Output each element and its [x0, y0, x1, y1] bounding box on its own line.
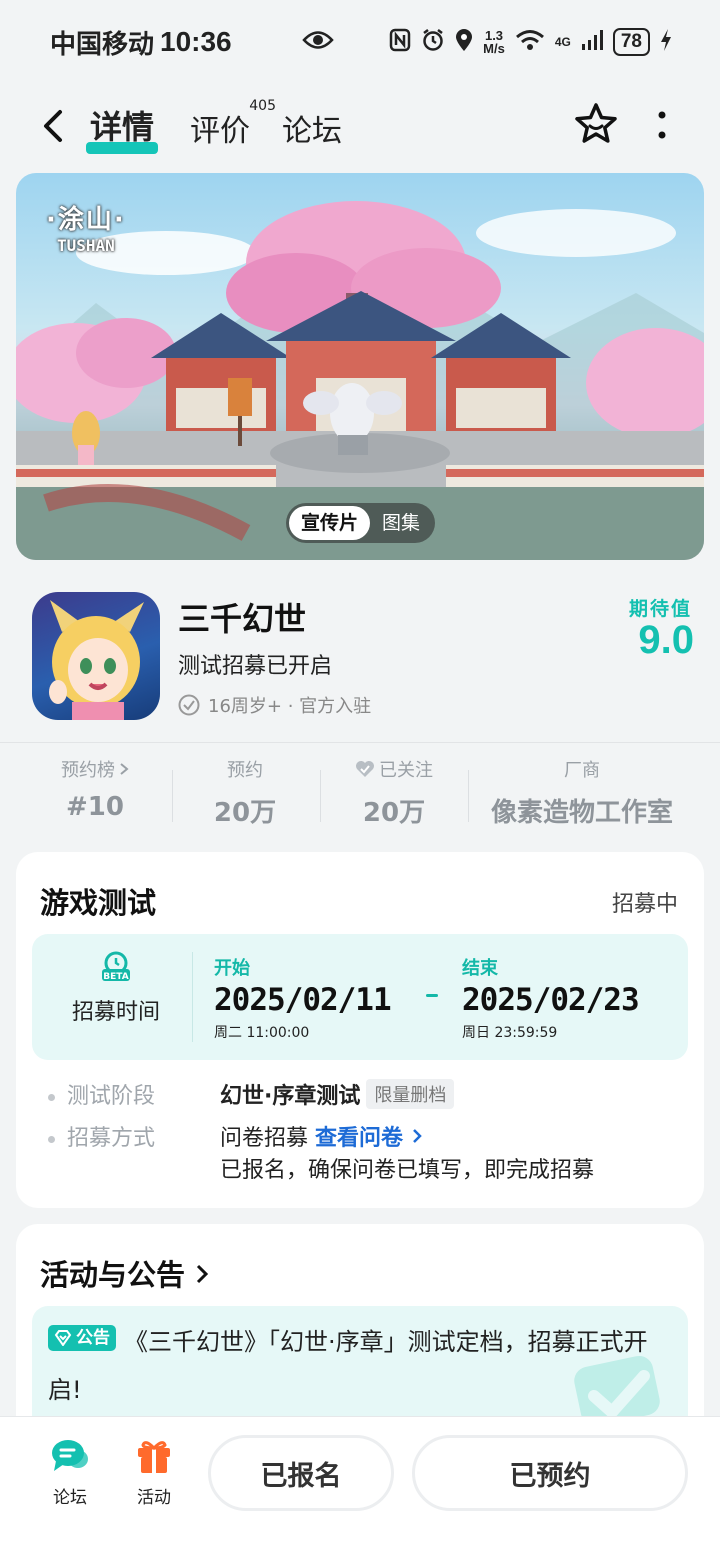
charging-icon	[660, 28, 672, 57]
signal-icon	[581, 29, 603, 56]
activity-shortcut[interactable]: 活动	[124, 1437, 184, 1508]
stat-reserve-rank-value: #10	[66, 792, 124, 822]
heart-check-icon	[356, 761, 374, 777]
divider	[320, 770, 321, 822]
view-survey-link[interactable]: 查看问卷	[315, 1126, 423, 1151]
divider	[468, 770, 469, 822]
trailer-option[interactable]: 宣传片	[289, 506, 371, 540]
nfc-icon	[389, 28, 411, 57]
end-time: 周日 23:59:59	[462, 1025, 558, 1041]
review-count: 405	[249, 98, 276, 114]
carrier-name: 中国移动	[50, 28, 155, 59]
test-card-title: 游戏测试	[40, 886, 157, 920]
check-circle-icon	[178, 694, 200, 716]
tab-review[interactable]: 评价 405	[190, 98, 276, 150]
divider	[172, 770, 173, 822]
network-type: 4G	[554, 35, 571, 49]
test-phase-value: 幻世·序章测试 限量删档	[220, 1078, 455, 1110]
game-status: 测试招募已开启	[178, 654, 333, 679]
notice-tag: 公告	[48, 1325, 116, 1351]
eye-comfort-icon	[301, 29, 334, 56]
media-toggle: 宣传片 图集	[286, 503, 436, 543]
start-date: 2025/02/11	[214, 982, 392, 1018]
recruit-status-badge: 招募中	[611, 892, 678, 917]
expectation-score: 9.0	[638, 618, 694, 662]
gallery-option[interactable]: 图集	[370, 506, 432, 540]
game-app-icon	[32, 592, 160, 720]
recruit-time-label-group: BETA 招募时间	[56, 950, 176, 1026]
diamond-check-icon	[54, 1330, 72, 1346]
reserved-button[interactable]: 已预约	[412, 1435, 688, 1511]
game-meta: 16周岁+ · 官方入驻	[178, 692, 371, 718]
start-time: 周二 11:00:00	[214, 1025, 310, 1041]
chevron-right-icon	[120, 763, 129, 775]
signed-up-button[interactable]: 已报名	[208, 1435, 394, 1511]
recruit-time-box: BETA 招募时间 开始 2025/02/11 周二 11:00:00 结束 2…	[32, 934, 688, 1060]
bottom-action-bar: 论坛 活动 已报名 已预约	[0, 1416, 720, 1560]
end-date: 2025/02/23	[462, 982, 640, 1018]
divider	[192, 952, 193, 1042]
stat-developer-value: 像素造物工作室	[490, 798, 673, 828]
network-speed: 1.3 M/s	[483, 28, 505, 56]
stat-reservations: 预约 20万	[190, 756, 300, 829]
favorite-button[interactable]	[574, 102, 618, 146]
tab-forum-label: 论坛	[282, 114, 342, 149]
date-range-dash	[426, 994, 438, 997]
beta-timer-icon: BETA	[102, 951, 130, 982]
game-logo: ·涂山· TUSHAN	[46, 205, 126, 255]
tab-detail[interactable]: 详情	[86, 102, 159, 154]
gift-icon	[138, 1441, 170, 1473]
divider	[0, 742, 720, 743]
stat-followers[interactable]: 已关注 20万	[338, 756, 450, 829]
stat-developer[interactable]: 厂商 像素造物工作室	[476, 756, 688, 829]
test-phase-row: 测试阶段	[48, 1078, 155, 1110]
status-bar: 中国移动 10:36 1.3 M/s 4G 78	[0, 0, 720, 84]
game-meta-text: 16周岁+ · 官方入驻	[208, 696, 372, 717]
tab-forum[interactable]: 论坛	[282, 106, 342, 150]
news-section-title[interactable]: 活动与公告	[40, 1252, 209, 1294]
limited-tag: 限量删档	[366, 1079, 455, 1109]
wifi-icon	[515, 29, 545, 56]
star-icon	[575, 103, 617, 143]
start-date-block: 开始 2025/02/11 周二 11:00:00	[214, 958, 392, 1041]
stat-reserve-rank[interactable]: 预约榜 #10	[40, 756, 150, 822]
back-button[interactable]	[38, 108, 70, 144]
tab-review-label: 评价	[190, 114, 250, 149]
chevron-right-icon	[197, 1264, 209, 1284]
expectation-label: 期待值	[628, 598, 692, 620]
game-character-icon	[49, 600, 144, 720]
promo-banner[interactable]: ·涂山· TUSHAN 宣传片 图集	[16, 173, 704, 560]
chevron-right-icon	[412, 1129, 422, 1143]
forum-shortcut[interactable]: 论坛	[40, 1437, 100, 1508]
game-test-card: 游戏测试 招募中 BETA 招募时间 开始 2025/02/11 周二 11:0…	[16, 852, 704, 1208]
forum-chat-icon	[52, 1440, 88, 1471]
tab-detail-label: 详情	[90, 108, 155, 146]
game-title: 三千幻世	[178, 600, 307, 638]
recruit-note: 已报名，确保问卷已填写，即完成招募	[220, 1158, 595, 1183]
news-headline: 公告 《三千幻世》「幻世·序章」测试定档，招募正式开启!	[48, 1318, 668, 1414]
more-options-button[interactable]	[650, 110, 674, 140]
recruit-method-row: 招募方式	[48, 1120, 155, 1152]
stats-row: 预约榜 #10 预约 20万 已关注 20万 厂商 像素造物工作室	[0, 756, 720, 836]
alarm-icon	[421, 28, 445, 57]
top-navigation: 详情 评价 405 论坛	[0, 96, 720, 156]
chevron-left-icon	[44, 110, 62, 142]
more-vertical-icon	[658, 111, 666, 139]
stat-followers-value: 20万	[362, 798, 426, 828]
recruit-method-value: 问卷招募 查看问卷	[220, 1120, 423, 1152]
location-icon	[455, 28, 473, 57]
clock: 10:36	[160, 26, 232, 57]
svg-text:BETA: BETA	[103, 972, 128, 982]
battery-level: 78	[612, 28, 650, 56]
stat-reservations-value: 20万	[213, 798, 277, 828]
end-date-block: 结束 2025/02/23 周日 23:59:59	[462, 958, 640, 1041]
